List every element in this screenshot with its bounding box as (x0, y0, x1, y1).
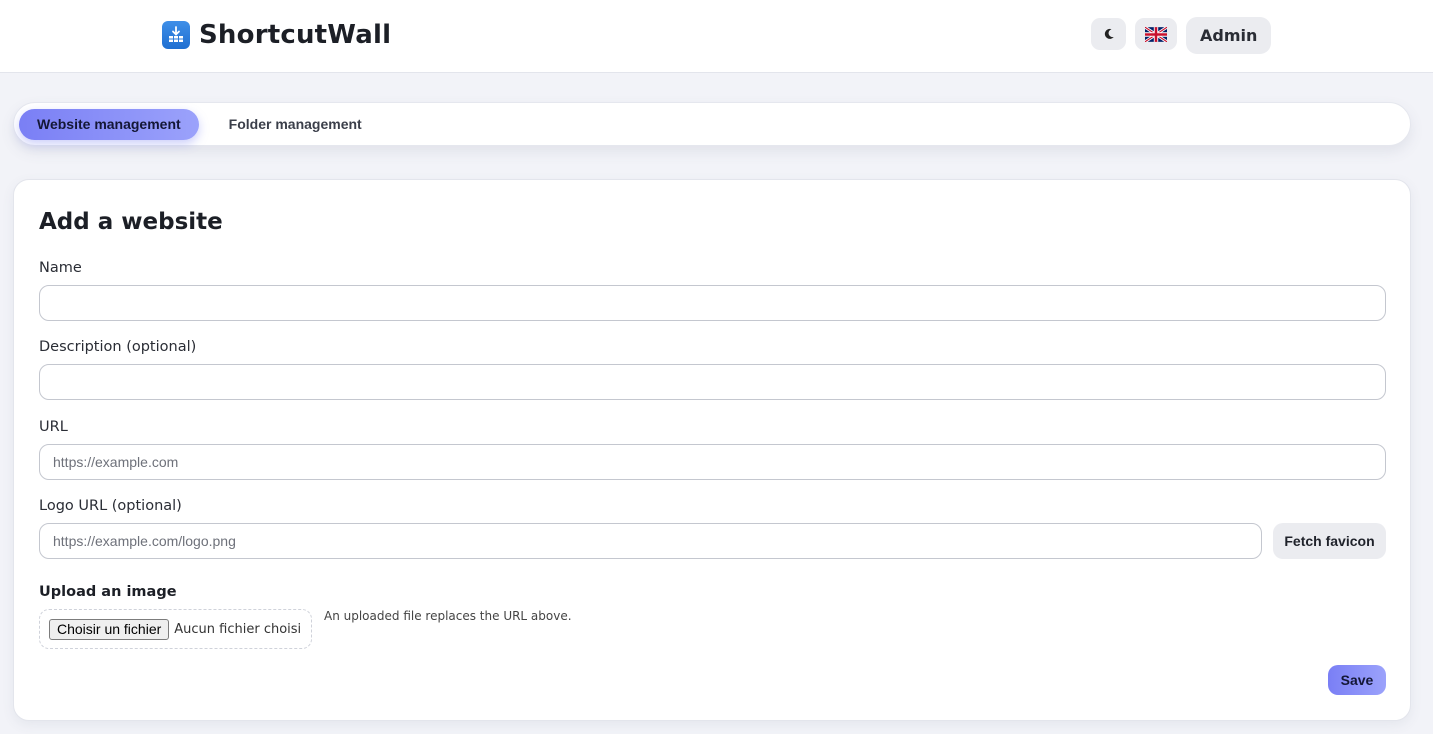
logo-url-input[interactable] (39, 523, 1262, 559)
page-title: Add a website (39, 209, 223, 235)
logo-url-label: Logo URL (optional) (39, 498, 182, 514)
upload-label: Upload an image (39, 584, 177, 600)
admin-button[interactable]: Admin (1186, 17, 1272, 54)
description-label: Description (optional) (39, 339, 197, 355)
download-grid-icon (162, 21, 190, 49)
tab-website-management[interactable]: Website management (19, 108, 199, 140)
choose-file-button[interactable]: Choisir un fichier (49, 618, 170, 640)
name-label: Name (39, 260, 82, 276)
moon-icon (1104, 28, 1114, 39)
upload-hint: An uploaded file replaces the URL above. (324, 609, 572, 623)
tab-folder-management[interactable]: Folder management (211, 109, 380, 140)
file-status-text: Aucun fichier choisi (174, 621, 302, 637)
uk-flag-icon (1145, 26, 1167, 42)
theme-toggle-button[interactable] (1091, 18, 1126, 50)
app-name: ShortcutWall (199, 20, 392, 50)
name-input[interactable] (39, 285, 1386, 321)
add-website-card: Add a website Name Description (optional… (13, 179, 1411, 721)
tab-bar: Website management Folder management (13, 102, 1411, 146)
top-bar: ShortcutWall Admin (0, 0, 1433, 73)
description-input[interactable] (39, 364, 1386, 400)
file-upload-field[interactable]: Choisir un fichier Aucun fichier choisi (39, 609, 312, 649)
brand[interactable]: ShortcutWall (162, 18, 391, 52)
url-label: URL (39, 419, 68, 435)
url-input[interactable] (39, 444, 1386, 480)
fetch-favicon-button[interactable]: Fetch favicon (1273, 523, 1386, 559)
save-button[interactable]: Save (1328, 665, 1386, 695)
header-actions: Admin (1091, 17, 1272, 54)
language-button[interactable] (1135, 18, 1177, 50)
